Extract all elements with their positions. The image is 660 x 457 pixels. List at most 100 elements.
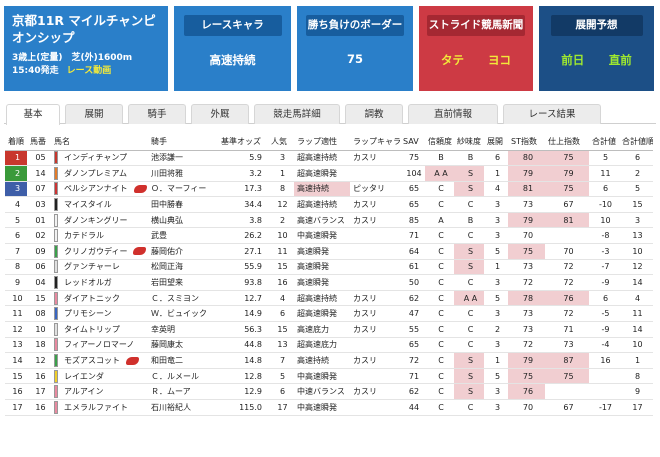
table-row[interactable]: 11 08 プリモシーン Ｗ．ビュイック 14.9 6 超高速瞬発 カスリ 47 C C 3 73 72-… <box>5 305 653 323</box>
col-header-lap-chara[interactable]: ラップキャラ <box>350 134 400 151</box>
tab-race-result[interactable]: レース結果 <box>503 104 601 124</box>
tab-outside-stable[interactable]: 外厩 <box>191 104 249 124</box>
table-row[interactable]: 4 03 マイスタイル 田中勝春 34.4 12 超高速持続 カスリ 65 C C 3 73 67 -10 1… <box>5 196 653 213</box>
st-index-cell: 79 <box>508 165 545 182</box>
horse-name-link[interactable]: アルアイン <box>64 387 104 396</box>
sami-cell: C <box>454 337 484 354</box>
development-cell: 3 <box>484 227 508 245</box>
col-header-horse[interactable]: 馬名 <box>51 134 148 151</box>
tab-just-before-info[interactable]: 直前情報 <box>408 104 498 124</box>
table-row[interactable]: 5 01 ダノンキングリー 横山典弘 3.8 2 高速バランス カスリ 85 A B 3 79 81 10 3 <box>5 212 653 229</box>
horse-name-link[interactable]: マイスタイル <box>64 200 112 209</box>
col-header-jockey[interactable]: 騎手 <box>148 134 218 151</box>
table-row[interactable]: 15 16 レイエンダ Ｃ．ルメール 12.8 5 中高速瞬発 71 C S 5 75 75 8 <box>5 368 653 385</box>
trust-cell: A A <box>425 165 454 182</box>
tab-jockey[interactable]: 騎手 <box>128 104 186 124</box>
horse-name-link[interactable]: プリモシーン <box>64 309 112 318</box>
development-cell: 3 <box>484 196 508 213</box>
col-header-rank[interactable]: 着順 <box>5 134 27 151</box>
sav-cell: 50 <box>400 274 425 291</box>
table-row[interactable]: 10 15 ダイアトニック Ｃ．スミヨン 12.7 4 超高速持続 カスリ 62 C A A 5 78 7… <box>5 290 653 307</box>
total-order-cell: 10 <box>619 337 653 354</box>
horse-name-link[interactable]: フィアーノロマーノ <box>64 340 134 349</box>
odds-cell: 34.4 <box>218 196 268 213</box>
gate-color-swatch <box>54 385 58 399</box>
horse-name-link[interactable]: カテドラル <box>64 231 104 240</box>
horse-name-link[interactable]: エメラルファイト <box>64 403 128 412</box>
finish-index-cell: 72 <box>545 274 589 291</box>
col-header-total[interactable]: 合計値 <box>589 134 619 151</box>
horse-name-link[interactable]: ダノンプレミアム <box>64 169 127 178</box>
table-row[interactable]: 8 06 グァンチャーレ 松岡正海 55.9 15 高速瞬発 61 C S 1 73 72 -7 12 <box>5 259 653 276</box>
horse-name-link[interactable]: グァンチャーレ <box>64 262 120 271</box>
table-row[interactable]: 7 09 クリノガウディー 藤岡佑介 27.1 11 高速瞬発 64 C S 5 75 70 -3 10 <box>5 243 653 260</box>
col-header-development[interactable]: 展開 <box>484 134 508 151</box>
horse-name-link[interactable]: ダノンキングリー <box>64 216 128 225</box>
col-header-sami[interactable]: 紗味度 <box>454 134 484 151</box>
col-header-number[interactable]: 馬番 <box>27 134 51 151</box>
tab-basic[interactable]: 基本 <box>6 104 60 125</box>
win-border-value: 75 <box>346 52 363 66</box>
col-header-odds[interactable]: 基準オッズ <box>218 134 268 151</box>
tab-development[interactable]: 展開 <box>65 104 123 124</box>
col-header-st-index[interactable]: ST指数 <box>508 134 545 151</box>
col-header-trust[interactable]: 信頼度 <box>425 134 454 151</box>
horse-name-link[interactable]: ペルシアンナイト <box>64 184 128 193</box>
sami-cell: S <box>454 352 484 369</box>
gate-color-swatch <box>54 354 58 368</box>
development-cell: 5 <box>484 243 508 260</box>
horse-name-link[interactable]: レッドオルガ <box>64 278 112 287</box>
horse-name-link[interactable]: レイエンダ <box>64 372 104 381</box>
race-info-card: 京都11R マイルチャンピオンシップ 3歳上(定量) 芝(外)1600m 15:… <box>4 6 168 91</box>
lap-chara-cell <box>350 337 400 354</box>
horse-name-link[interactable]: クリノガウディー <box>64 247 127 256</box>
col-header-sav[interactable]: SAV <box>400 134 425 151</box>
popularity-cell: 6 <box>268 305 294 323</box>
rank-cell: 7 <box>5 243 27 260</box>
lap-chara-cell <box>350 274 400 291</box>
table-row[interactable]: 9 04 レッドオルガ 岩田望来 93.8 16 高速瞬発 50 C C 3 72 72 -9 14 <box>5 274 653 291</box>
table-row[interactable]: 6 02 カテドラル 武豊 26.2 10 中高速瞬発 71 C C 3 70 -8 13 <box>5 227 653 245</box>
col-header-total-order[interactable]: 合計値順位 <box>619 134 653 151</box>
stride-yoko-link[interactable]: ヨコ <box>488 52 511 68</box>
stride-tate-link[interactable]: タテ <box>441 52 464 68</box>
tab-horse-details[interactable]: 競走馬詳細 <box>254 104 340 124</box>
number-cell: 08 <box>27 305 51 323</box>
table-row[interactable]: 12 10 タイムトリップ 幸英明 56.3 15 高速底力 カスリ 55 C C 2 73 71 -9 14 <box>5 321 653 338</box>
table-row[interactable]: 13 18 フィアーノロマーノ 藤岡康太 44.8 13 超高速底力 65 C C 3 72 73 -4 1… <box>5 337 653 354</box>
st-index-cell: 73 <box>508 321 545 338</box>
col-header-popularity[interactable]: 人気 <box>268 134 294 151</box>
table-row[interactable]: 16 17 アルアイン Ｒ．ムーア 12.9 6 中速バランス カスリ 62 C S 3 76 9 <box>5 383 653 400</box>
tab-training[interactable]: 調教 <box>345 104 403 124</box>
col-header-lap-aptitude[interactable]: ラップ適性 <box>294 134 350 151</box>
trust-cell: C <box>425 305 454 323</box>
race-video-link[interactable]: レース動画 <box>67 66 112 76</box>
table-row[interactable]: 14 12 モズアスコット 和田竜二 14.8 7 高速持続 カスリ 72 C S 1 79 87 16 1 <box>5 352 653 369</box>
total-order-cell: 12 <box>619 259 653 276</box>
lap-aptitude-cell: 高速バランス <box>294 212 350 229</box>
prediction-prev-day-link[interactable]: 前日 <box>561 52 584 68</box>
table-row[interactable]: 1 05 インディチャンプ 池添謙一 5.9 3 超高速持続 カスリ 75 B B 6 80 75 5 6 <box>5 150 653 167</box>
st-index-cell: 76 <box>508 383 545 400</box>
trust-cell: C <box>425 196 454 213</box>
popularity-cell: 11 <box>268 243 294 260</box>
horse-name-link[interactable]: モズアスコット <box>64 356 120 365</box>
gate-color-swatch <box>54 229 58 243</box>
horse-name-link[interactable]: ダイアトニック <box>64 294 120 303</box>
horse-name-link[interactable]: インディチャンプ <box>64 153 127 162</box>
col-header-finish-index[interactable]: 仕上指数 <box>545 134 589 151</box>
sami-cell: C <box>454 399 484 416</box>
table-row[interactable]: 2 14 ダノンプレミアム 川田将雅 3.2 1 超高速瞬発 104 A A S 1 79 79 11 2 <box>5 165 653 182</box>
finish-index-cell: 70 <box>545 243 589 260</box>
prediction-just-before-link[interactable]: 直前 <box>609 52 632 68</box>
sav-cell: 72 <box>400 352 425 369</box>
trust-cell: C <box>425 337 454 354</box>
finish-index-cell: 72 <box>545 305 589 323</box>
table-row[interactable]: 3 07 ペルシアンナイト Ｏ．マーフィー 17.3 8 高速持続 ピッタリ 65 C S 4 81 75… <box>5 181 653 198</box>
number-cell: 15 <box>27 290 51 307</box>
table-row[interactable]: 17 16 エメラルファイト 石川裕紀人 115.0 17 中高速瞬発 44 C C 3 70 67 -1… <box>5 399 653 416</box>
st-index-cell: 73 <box>508 196 545 213</box>
horse-name-cell: タイムトリップ <box>51 321 148 338</box>
development-cell: 5 <box>484 290 508 307</box>
horse-name-link[interactable]: タイムトリップ <box>64 325 120 334</box>
